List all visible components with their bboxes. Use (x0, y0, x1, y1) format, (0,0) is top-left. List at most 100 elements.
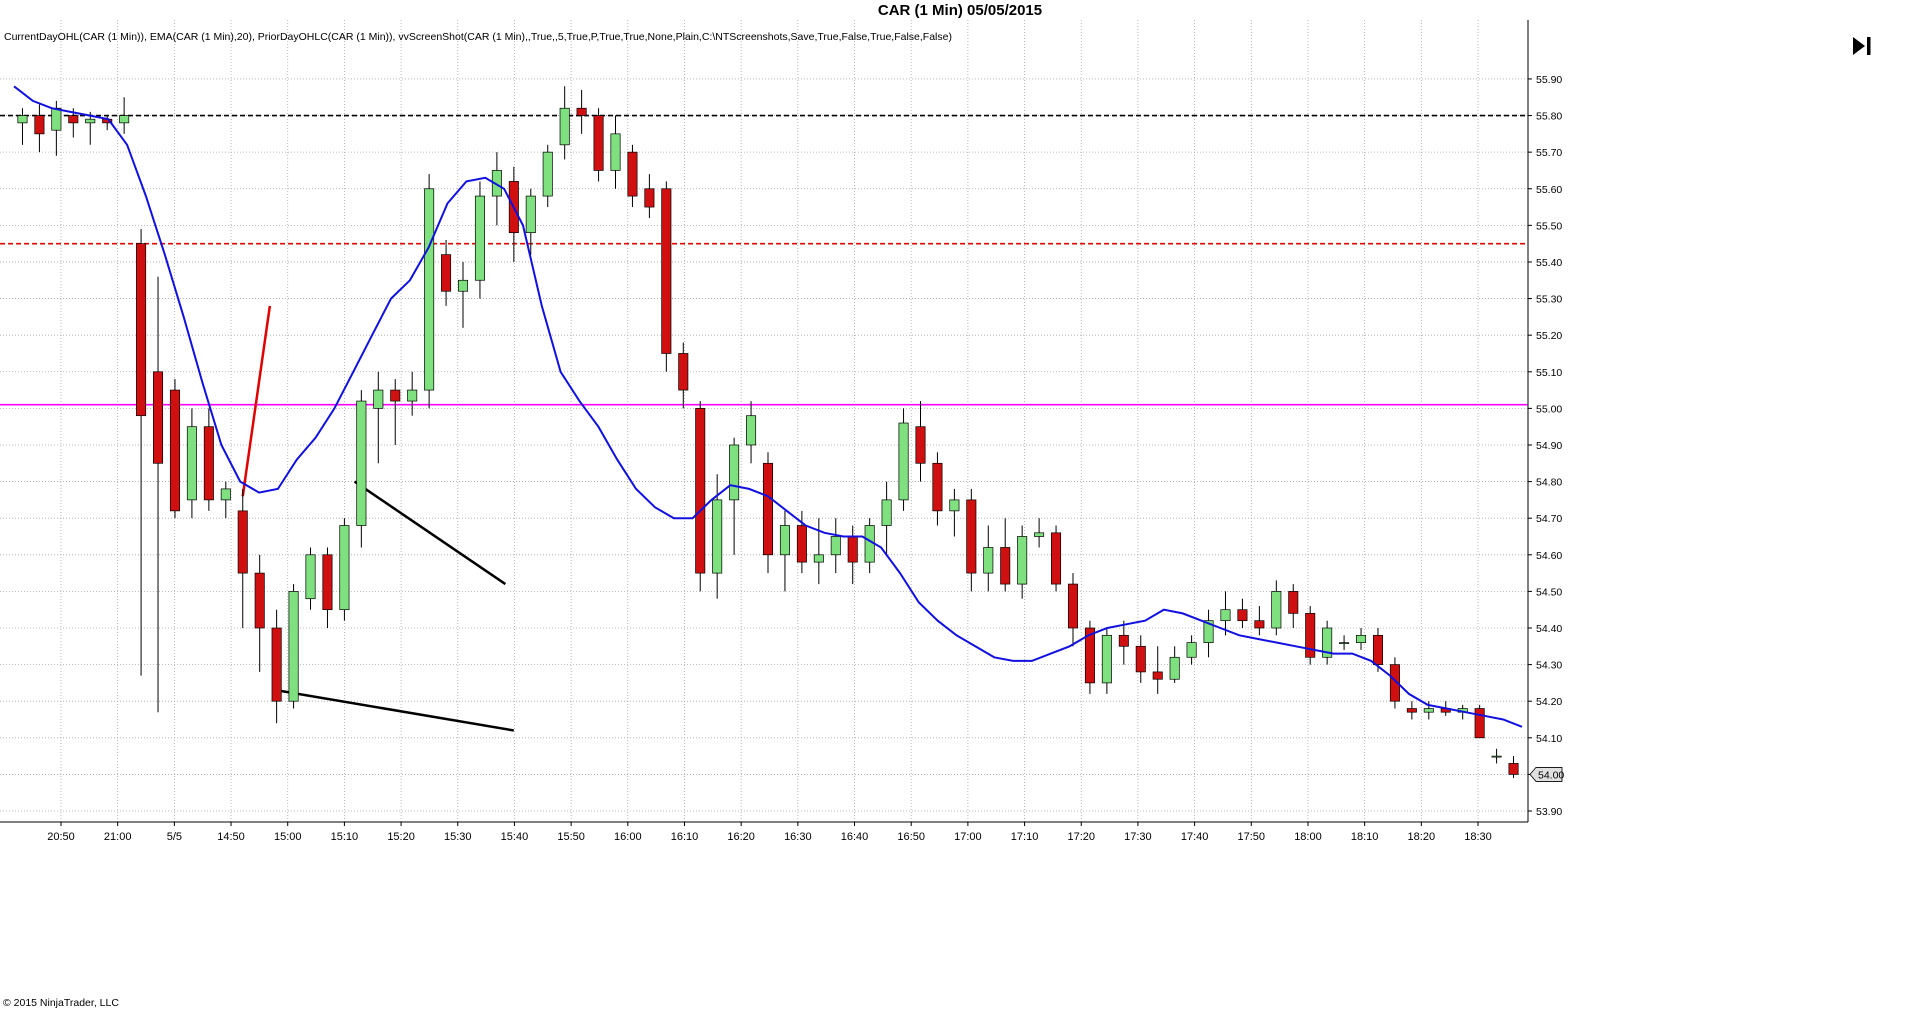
candle-body (1135, 645, 1146, 673)
x-tick-label: 18:30 (1464, 831, 1492, 843)
candle-body (1000, 547, 1011, 585)
candle-body (136, 243, 147, 417)
candle-body (678, 353, 689, 391)
candle-body (576, 107, 587, 116)
candle-body (1186, 642, 1197, 658)
candle-body (1169, 656, 1180, 680)
ema-polyline (13, 85, 1523, 728)
candle-body (746, 415, 757, 446)
candle-body (881, 499, 892, 526)
candle-body (119, 115, 130, 124)
candle-body (1101, 634, 1112, 684)
y-tick-label: 54.80 (1536, 477, 1562, 489)
y-tick-label: 55.50 (1536, 220, 1562, 232)
price-chart[interactable]: 55.90 55.80 55.70 55.60 55.50 55.40 55.30 55.20… (0, 0, 1920, 1034)
candle-body (610, 133, 621, 171)
candle-body (932, 462, 943, 512)
candle-body (356, 400, 367, 526)
last-price-label: 54.00 (1538, 769, 1564, 781)
candle-body (644, 188, 655, 208)
candle-body (474, 195, 485, 281)
candle-body (1254, 620, 1265, 629)
candle-body (458, 279, 469, 292)
candle-body (779, 525, 790, 556)
candle-body (593, 115, 604, 171)
candle-body (966, 499, 977, 574)
x-tick-label: 16:30 (784, 831, 812, 843)
y-tick-label: 55.00 (1536, 403, 1562, 415)
candle-body (762, 462, 774, 556)
candle-body (525, 195, 536, 234)
x-tick-label: 15:20 (387, 831, 415, 843)
trend-line (353, 480, 507, 586)
x-tick-label: 20:50 (47, 831, 75, 843)
candle-body (288, 591, 299, 702)
skip-to-end-icon[interactable] (1850, 34, 1874, 58)
candle-body (186, 426, 197, 501)
y-tick-label: 55.20 (1536, 330, 1562, 342)
y-tick-label: 55.80 (1536, 111, 1562, 123)
candle-body (254, 572, 265, 629)
candle-body (1017, 536, 1028, 585)
x-tick-label: 17:10 (1011, 831, 1039, 843)
x-tick-label: 16:20 (727, 831, 755, 843)
y-tick-label: 54.70 (1536, 513, 1562, 525)
candle-body (17, 115, 28, 124)
x-tick-label: 17:00 (954, 831, 982, 843)
candle-body (729, 444, 740, 501)
x-tick-label: 17:40 (1181, 831, 1209, 843)
candle-body (305, 554, 316, 600)
candle-body (51, 107, 62, 131)
y-axis: 55.90 55.80 55.70 55.60 55.50 55.40 55.30 55.20… (1527, 20, 1564, 822)
y-tick-label: 55.60 (1536, 184, 1562, 196)
candle-body (1491, 755, 1502, 758)
candle-body (1356, 634, 1367, 643)
x-tick-label: 15:00 (274, 831, 302, 843)
candle-body (898, 422, 909, 501)
x-tick-label: 17:50 (1238, 831, 1266, 843)
candle-body (1406, 708, 1417, 713)
candle-body (1118, 634, 1129, 647)
x-tick-label: 15:10 (331, 831, 359, 843)
candle-body (542, 151, 553, 197)
x-tick-label: 15:30 (444, 831, 472, 843)
candle-body (983, 547, 994, 574)
candle-body (203, 426, 214, 501)
candle-body (237, 510, 248, 574)
candle-body (85, 118, 96, 124)
chart-title: CAR (1 Min) 05/05/2015 (877, 2, 1043, 19)
ema-line (13, 85, 1523, 728)
candle-body (68, 115, 79, 124)
x-tick-label: 18:00 (1294, 831, 1322, 843)
candle-body (271, 627, 282, 702)
candle-body (1474, 708, 1485, 739)
candle-body (830, 536, 841, 556)
candle-body (1508, 763, 1519, 775)
y-tick-label: 54.50 (1536, 586, 1562, 598)
candle-body (559, 107, 570, 146)
x-tick-label: 15:40 (501, 831, 529, 843)
y-tick-label: 54.90 (1536, 440, 1562, 452)
x-tick-label: 17:30 (1124, 831, 1152, 843)
x-tick-label: 21:00 (104, 831, 132, 843)
candle-body (1423, 708, 1434, 713)
candle-body (949, 499, 960, 512)
grid-lines (0, 20, 1528, 822)
y-tick-label: 54.30 (1536, 660, 1562, 672)
candle-body (1220, 609, 1231, 622)
x-tick-label: 16:10 (671, 831, 699, 843)
candle-body (424, 188, 435, 391)
candle-body (627, 151, 638, 197)
candle-body (796, 525, 807, 563)
candle-body (1051, 532, 1062, 585)
trend-line (241, 305, 272, 497)
candle-body (1339, 642, 1350, 644)
candle-body (407, 389, 418, 402)
candle-body (1288, 591, 1299, 614)
candles (17, 86, 1519, 779)
candle-body (373, 389, 384, 409)
candle-body (915, 426, 926, 464)
y-tick-label: 53.90 (1536, 806, 1562, 818)
candle-body (153, 371, 164, 464)
x-tick-label: 16:50 (897, 831, 925, 843)
